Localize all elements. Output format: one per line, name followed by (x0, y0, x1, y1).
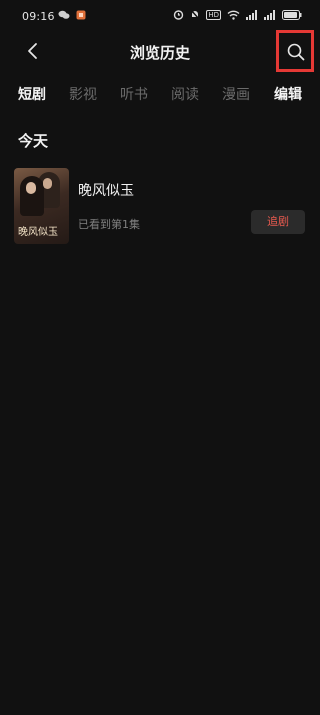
follow-drama-button[interactable]: 追剧 (251, 210, 305, 234)
hd-icon: HD (206, 9, 221, 20)
poster-face (43, 178, 52, 189)
poster-title-text: 晚风似玉 (18, 227, 58, 238)
page-title: 浏览历史 (129, 44, 190, 62)
tab-comics[interactable]: 漫画 (222, 84, 250, 104)
category-tabs: 短剧 影视 听书 阅读 漫画 编辑 (0, 80, 320, 108)
wifi-icon (227, 10, 240, 20)
search-button[interactable] (276, 30, 314, 72)
drama-poster[interactable]: 晚风似玉 (14, 168, 69, 244)
watch-progress: 已看到第1集 (78, 218, 140, 231)
header: 浏览历史 (0, 30, 320, 72)
tab-short-drama[interactable]: 短剧 (18, 84, 46, 104)
chevron-left-icon (28, 43, 37, 59)
back-button[interactable] (14, 36, 48, 66)
edit-button[interactable]: 编辑 (274, 84, 302, 104)
drama-title: 晚风似玉 (78, 183, 134, 199)
tab-video[interactable]: 影视 (69, 84, 97, 104)
section-title-today: 今天 (18, 132, 49, 150)
tab-audiobook[interactable]: 听书 (120, 84, 148, 104)
signal-icon (246, 9, 257, 20)
wechat-icon (58, 10, 70, 19)
status-left-icons (58, 10, 86, 20)
status-bar: 09:16 HD (0, 0, 320, 36)
signal-icon (264, 9, 275, 20)
status-right-icons: HD (173, 9, 302, 20)
status-time: 09:16 (22, 10, 55, 23)
tab-reading[interactable]: 阅读 (171, 84, 199, 104)
silent-icon (190, 9, 200, 20)
poster-face (26, 182, 36, 194)
list-item[interactable]: 晚风似玉 晚风似玉 已看到第1集 追剧 (14, 168, 306, 246)
app-notification-icon (76, 10, 86, 20)
battery-icon (282, 9, 302, 20)
search-icon (287, 43, 305, 61)
alarm-icon (174, 10, 184, 20)
